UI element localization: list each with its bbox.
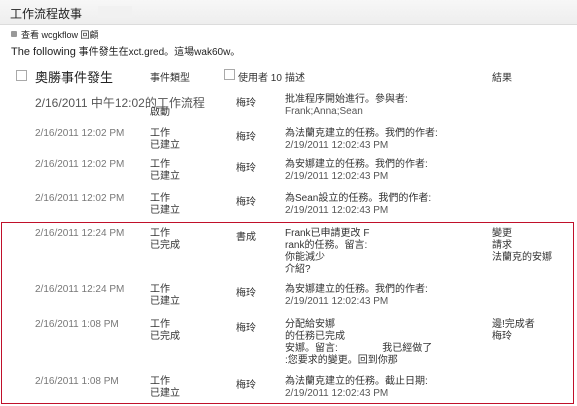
- column-header-description[interactable]: 描述: [285, 69, 305, 87]
- column-header-user[interactable]: 使用者 10: [238, 69, 282, 87]
- select-all-checkbox[interactable]: [16, 70, 27, 81]
- highlight-box: [1, 222, 574, 404]
- row-description: 為法蘭克建立的任務。我們的作者: 2/19/2011 12:02:43 PM: [285, 128, 438, 151]
- row-event-type: 工作 已建立: [150, 159, 180, 182]
- view-workflow-link[interactable]: 查看 wcgkflow 回顧: [11, 28, 99, 41]
- row-date: 2/16/2011 12:02 PM: [35, 159, 125, 170]
- page-title: 工作流程故事: [10, 7, 83, 21]
- row-user: 梅玲: [236, 98, 256, 109]
- row-user: 梅玲: [236, 132, 256, 143]
- user-filter-checkbox[interactable]: [224, 69, 235, 80]
- title-bar: 工作流程故事: [0, 0, 577, 25]
- title-blur: [98, 6, 132, 18]
- row-date: 2/16/2011 中午12:02的工作流程: [35, 96, 205, 110]
- view-icon: [11, 31, 17, 37]
- row-event-type: 啟動: [150, 107, 170, 118]
- row-date: 2/16/2011 12:02 PM: [35, 193, 125, 204]
- row-user: 梅玲: [236, 197, 256, 208]
- row-description: 批准程序開始進行。參與者: Frank;Anna;Sean: [285, 94, 408, 117]
- column-header-outcome[interactable]: 結果: [492, 69, 512, 87]
- row-event-type: 工作 已建立: [150, 128, 180, 151]
- row-description: 為Sean設立的任務。我們的作者: 2/19/2011 12:02:43 PM: [285, 193, 432, 216]
- row-event-type: 工作 已建立: [150, 193, 180, 216]
- workflow-history-page: 工作流程故事 查看 wcgkflow 回顧 The following 事件發生…: [0, 0, 577, 406]
- column-header-date[interactable]: 奧勝事件發生: [35, 67, 113, 85]
- workflow-notice: The following 事件發生在xct.gred。這場wak60w。: [11, 46, 241, 58]
- row-date: 2/16/2011 12:02 PM: [35, 128, 125, 139]
- row-description: 為安娜建立的任務。我們的作者: 2/19/2011 12:02:43 PM: [285, 159, 428, 182]
- column-header-event-type[interactable]: 事件類型: [150, 69, 190, 87]
- row-user: 梅玲: [236, 163, 256, 174]
